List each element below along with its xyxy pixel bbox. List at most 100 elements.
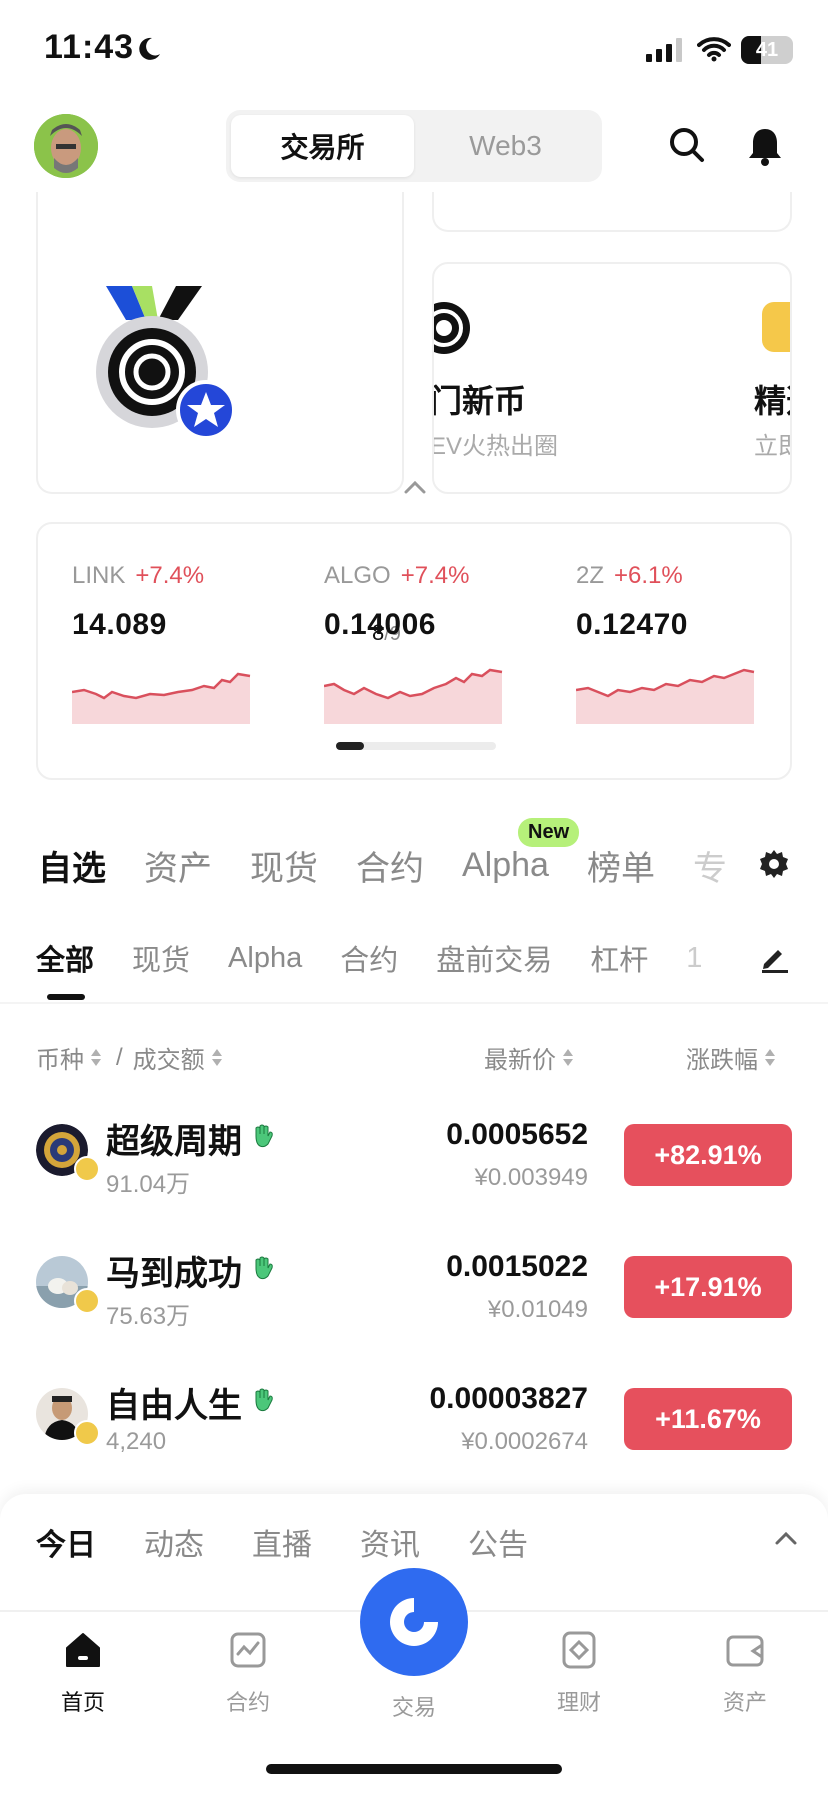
sort-icon [90, 1048, 102, 1068]
column-header-coin[interactable]: 币种 / 成交额 [36, 1040, 223, 1075]
gear-icon[interactable] [758, 848, 790, 880]
bnb-chain-icon [74, 1288, 100, 1314]
ticker-change: +7.4% [135, 562, 205, 589]
news-tabs: 今日 动态 直播 资讯 公告 [36, 1520, 576, 1564]
sort-icon [211, 1048, 223, 1068]
edit-icon[interactable] [758, 942, 790, 974]
divider [0, 1002, 828, 1004]
coin-volume: 91.04万 [106, 1171, 191, 1198]
change-badge[interactable]: +82.91% [624, 1124, 792, 1186]
news-tab-live[interactable]: 直播 [252, 1520, 312, 1564]
tab-favorites[interactable]: 自选 [38, 841, 106, 890]
column-header-price[interactable]: 最新价 [484, 1040, 574, 1075]
new-badge: New [518, 818, 580, 847]
user-avatar[interactable] [34, 114, 98, 178]
nav-label: 理财 [556, 1690, 601, 1715]
nav-earn[interactable]: 理财 [524, 1630, 634, 1717]
price-cny: ¥0.01049 [487, 1296, 588, 1323]
subtab-margin[interactable]: 杠杆 [590, 937, 648, 979]
price-cny: ¥0.0002674 [461, 1428, 588, 1455]
chevron-up-icon[interactable] [404, 480, 426, 494]
tab-rankings[interactable]: 榜单 [587, 841, 655, 890]
news-tab-announcements[interactable]: 公告 [468, 1520, 528, 1564]
coin-name: 超级周期 [106, 1123, 242, 1161]
ticker-item[interactable]: LINK +7.4% 14.089 [72, 562, 272, 642]
tab-alpha[interactable]: Alpha [462, 846, 549, 885]
coin-logo-icon [434, 302, 470, 354]
column-header-change[interactable]: 涨跌幅 [686, 1040, 776, 1075]
market-main-tabs: 自选 资产 现货 合约 Alpha 榜单 专 [38, 840, 765, 890]
subtab-more[interactable]: 1 [686, 942, 702, 975]
coin-volume: 4,240 [106, 1428, 167, 1455]
ticker-price: 14.089 [72, 608, 167, 641]
ticker-symbol: 2Z [576, 562, 605, 589]
change-badge[interactable]: +17.91% [624, 1256, 792, 1318]
market-row[interactable]: 自由人生 4,240 0.00003827 ¥0.0002674 +11.67% [0, 1368, 828, 1478]
search-icon[interactable] [668, 126, 706, 164]
segment-web3[interactable]: Web3 [414, 115, 597, 177]
bell-icon[interactable] [746, 126, 784, 166]
market-row[interactable]: 马到成功 75.63万 0.0015022 ¥0.01049 +17.91% [0, 1236, 828, 1346]
moon-icon [139, 37, 160, 60]
price-cny: ¥0.003949 [474, 1164, 588, 1191]
nav-home[interactable]: 首页 [28, 1630, 138, 1717]
bnb-chain-icon [74, 1420, 100, 1446]
trade-icon [390, 1598, 438, 1646]
nav-label: 首页 [60, 1690, 105, 1715]
news-tab-news[interactable]: 资讯 [360, 1520, 420, 1564]
ticker-symbol: LINK [72, 562, 126, 589]
news-tab-feed[interactable]: 动态 [144, 1520, 204, 1564]
sort-icon [562, 1048, 574, 1068]
news-tab-today[interactable]: 今日 [36, 1520, 96, 1564]
tab-spot[interactable]: 现货 [250, 841, 318, 890]
ticker-item[interactable]: 2Z +6.1% 0.12470 [576, 562, 776, 642]
active-tab-indicator [47, 994, 85, 1000]
home-icon [66, 1633, 100, 1667]
medal-icon [96, 286, 236, 440]
tab-assets[interactable]: 资产 [144, 841, 212, 890]
sparkline [72, 672, 251, 724]
ticker-card: LINK +7.4% 14.089 ALGO +7.4% 0.14006 2Z +6.… [36, 522, 792, 780]
market-sub-tabs: 全部 现货 Alpha 合约 盘前交易 杠杆 1 [36, 936, 740, 980]
chart-icon [230, 1632, 266, 1668]
subtab-alpha[interactable]: Alpha [228, 942, 302, 975]
promo-banner-card[interactable]: 8/9 [36, 192, 404, 645]
subtab-all[interactable]: 全部 [36, 937, 94, 979]
promo-card-top[interactable] [432, 192, 792, 232]
coin-name: 马到成功 [106, 1255, 242, 1293]
ticker-scrollbar [336, 742, 496, 750]
sparkline [576, 668, 755, 724]
chevron-up-icon[interactable] [774, 1530, 798, 1546]
trade-button[interactable] [360, 1568, 468, 1676]
status-time: 11:43 [44, 28, 135, 66]
signal-icon [646, 38, 682, 62]
ticker-change: +6.1% [614, 562, 683, 589]
tab-more[interactable]: 专 [693, 841, 727, 890]
subtab-futures[interactable]: 合约 [340, 937, 398, 979]
exchange-web3-switch: 交易所 Web3 [226, 110, 602, 182]
card-subtitle: EV火热出圈 [432, 433, 559, 460]
change-badge[interactable]: +11.67% [624, 1388, 792, 1450]
nav-label: 合约 [225, 1690, 270, 1715]
card2-subtitle: 立即 [754, 433, 790, 460]
market-row[interactable]: 超级周期 91.04万 0.0005652 ¥0.003949 +82.91% [0, 1104, 828, 1214]
last-price: 0.00003827 [429, 1382, 589, 1415]
bnb-chain-icon [74, 1156, 100, 1182]
nav-assets[interactable]: 资产 [690, 1630, 800, 1717]
subtab-premarket[interactable]: 盘前交易 [436, 937, 552, 979]
segment-exchange[interactable]: 交易所 [231, 115, 414, 177]
battery-icon: 41 [741, 36, 793, 64]
card-title: 门新币 [432, 383, 527, 419]
home-indicator [266, 1764, 562, 1774]
wallet-icon [726, 1635, 764, 1667]
ticker-price: 0.12470 [576, 608, 688, 641]
sparkline [324, 668, 503, 724]
wifi-icon [697, 37, 731, 62]
card2-title: 精选 [754, 383, 790, 419]
tab-futures[interactable]: 合约 [356, 841, 424, 890]
sort-icon [764, 1048, 776, 1068]
nav-futures[interactable]: 合约 [193, 1630, 303, 1717]
ticker-item[interactable]: ALGO +7.4% 0.14006 [324, 562, 524, 642]
subtab-spot[interactable]: 现货 [132, 937, 190, 979]
new-coin-card[interactable]: 门新币 EV火热出圈 精选 立即 [432, 262, 792, 494]
